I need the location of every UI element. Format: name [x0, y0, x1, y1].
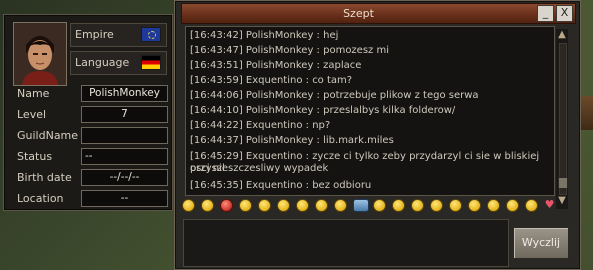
- emoji-icon[interactable]: [296, 199, 309, 212]
- emoji-icon[interactable]: [258, 199, 271, 212]
- angry-emoji-icon[interactable]: [220, 199, 233, 212]
- window-title: Szept: [343, 7, 374, 20]
- chat-message: [16:43:47] PolishMonkey : pomozesz mi: [190, 45, 389, 56]
- location-label: Location: [17, 192, 64, 205]
- status-field: --: [81, 148, 168, 165]
- chat-message: [16:43:51] PolishMonkey : zaplace: [190, 60, 362, 71]
- chat-message: [16:43:42] PolishMonkey : hej: [190, 30, 339, 41]
- empire-flag-icon: [141, 27, 161, 42]
- emoji-icon[interactable]: [430, 199, 443, 212]
- send-button[interactable]: Wyczlij: [513, 227, 569, 259]
- birth-date-field: --/--/--: [81, 169, 168, 186]
- chat-message: [16:43:59] Exquentino : co tam?: [190, 75, 353, 86]
- chat-message-continued: osci nieszczesliwy wypadek: [190, 163, 329, 174]
- guildname-field: [81, 127, 168, 144]
- character-portrait: [13, 22, 67, 86]
- chat-message: [16:44:22] Exquentino : np?: [190, 120, 331, 131]
- location-field: --: [81, 190, 168, 207]
- empire-label: Empire: [75, 28, 114, 41]
- scroll-thumb[interactable]: [558, 177, 568, 189]
- message-input[interactable]: [183, 219, 509, 267]
- emoji-icon[interactable]: [277, 199, 290, 212]
- emoji-icon[interactable]: [239, 199, 252, 212]
- emoji-icon[interactable]: [334, 199, 347, 212]
- character-info-panel: Empire Language Name PolishMonkey Level …: [3, 14, 173, 211]
- scroll-track[interactable]: [559, 43, 567, 195]
- emoji-icon[interactable]: [201, 199, 214, 212]
- minimize-button[interactable]: _: [537, 5, 554, 22]
- emoji-icon[interactable]: [487, 199, 500, 212]
- language-label: Language: [75, 56, 130, 69]
- chat-message: [16:45:35] Exquentino : bez odbioru: [190, 180, 372, 191]
- emoji-icon[interactable]: [506, 199, 519, 212]
- heart-icon[interactable]: ♥: [544, 199, 555, 210]
- message-log: [16:43:42] PolishMonkey : hej [16:43:47]…: [185, 26, 555, 196]
- empire-row: Empire: [70, 23, 167, 47]
- close-button[interactable]: X: [556, 5, 573, 22]
- guildname-label: GuildName: [17, 129, 79, 142]
- birth-date-label: Birth date: [17, 171, 72, 184]
- title-bar[interactable]: Szept _ X: [181, 3, 576, 24]
- message-scrollbar[interactable]: ▲ ▼: [556, 29, 568, 209]
- emoji-icon[interactable]: [182, 199, 195, 212]
- emoji-icon[interactable]: [392, 199, 405, 212]
- emoji-icon[interactable]: [411, 199, 424, 212]
- chat-message: [16:44:06] PolishMonkey : potrzebuje pli…: [190, 90, 479, 101]
- emoji-icon[interactable]: [525, 199, 538, 212]
- language-row: Language: [70, 51, 167, 75]
- emoji-icon[interactable]: [468, 199, 481, 212]
- german-flag-icon: [141, 55, 161, 70]
- whisper-window: Szept _ X [16:43:42] PolishMonkey : hej …: [174, 0, 581, 270]
- chat-message: [16:44:10] PolishMonkey : przeslalbys ki…: [190, 105, 456, 116]
- name-label: Name: [17, 87, 50, 100]
- status-label: Status: [17, 150, 53, 163]
- emoji-icon[interactable]: [315, 199, 328, 212]
- emoji-icon[interactable]: [449, 199, 462, 212]
- dolphin-icon[interactable]: [353, 199, 369, 212]
- chat-message: [16:44:37] PolishMonkey : lib.mark.miles: [190, 135, 394, 146]
- level-label: Level: [17, 108, 47, 121]
- emoji-bar: ♥: [180, 199, 560, 213]
- emoji-icon[interactable]: [373, 199, 386, 212]
- scroll-up-icon[interactable]: ▲: [556, 29, 568, 41]
- level-field: 7: [81, 106, 168, 123]
- name-field: PolishMonkey: [81, 85, 168, 102]
